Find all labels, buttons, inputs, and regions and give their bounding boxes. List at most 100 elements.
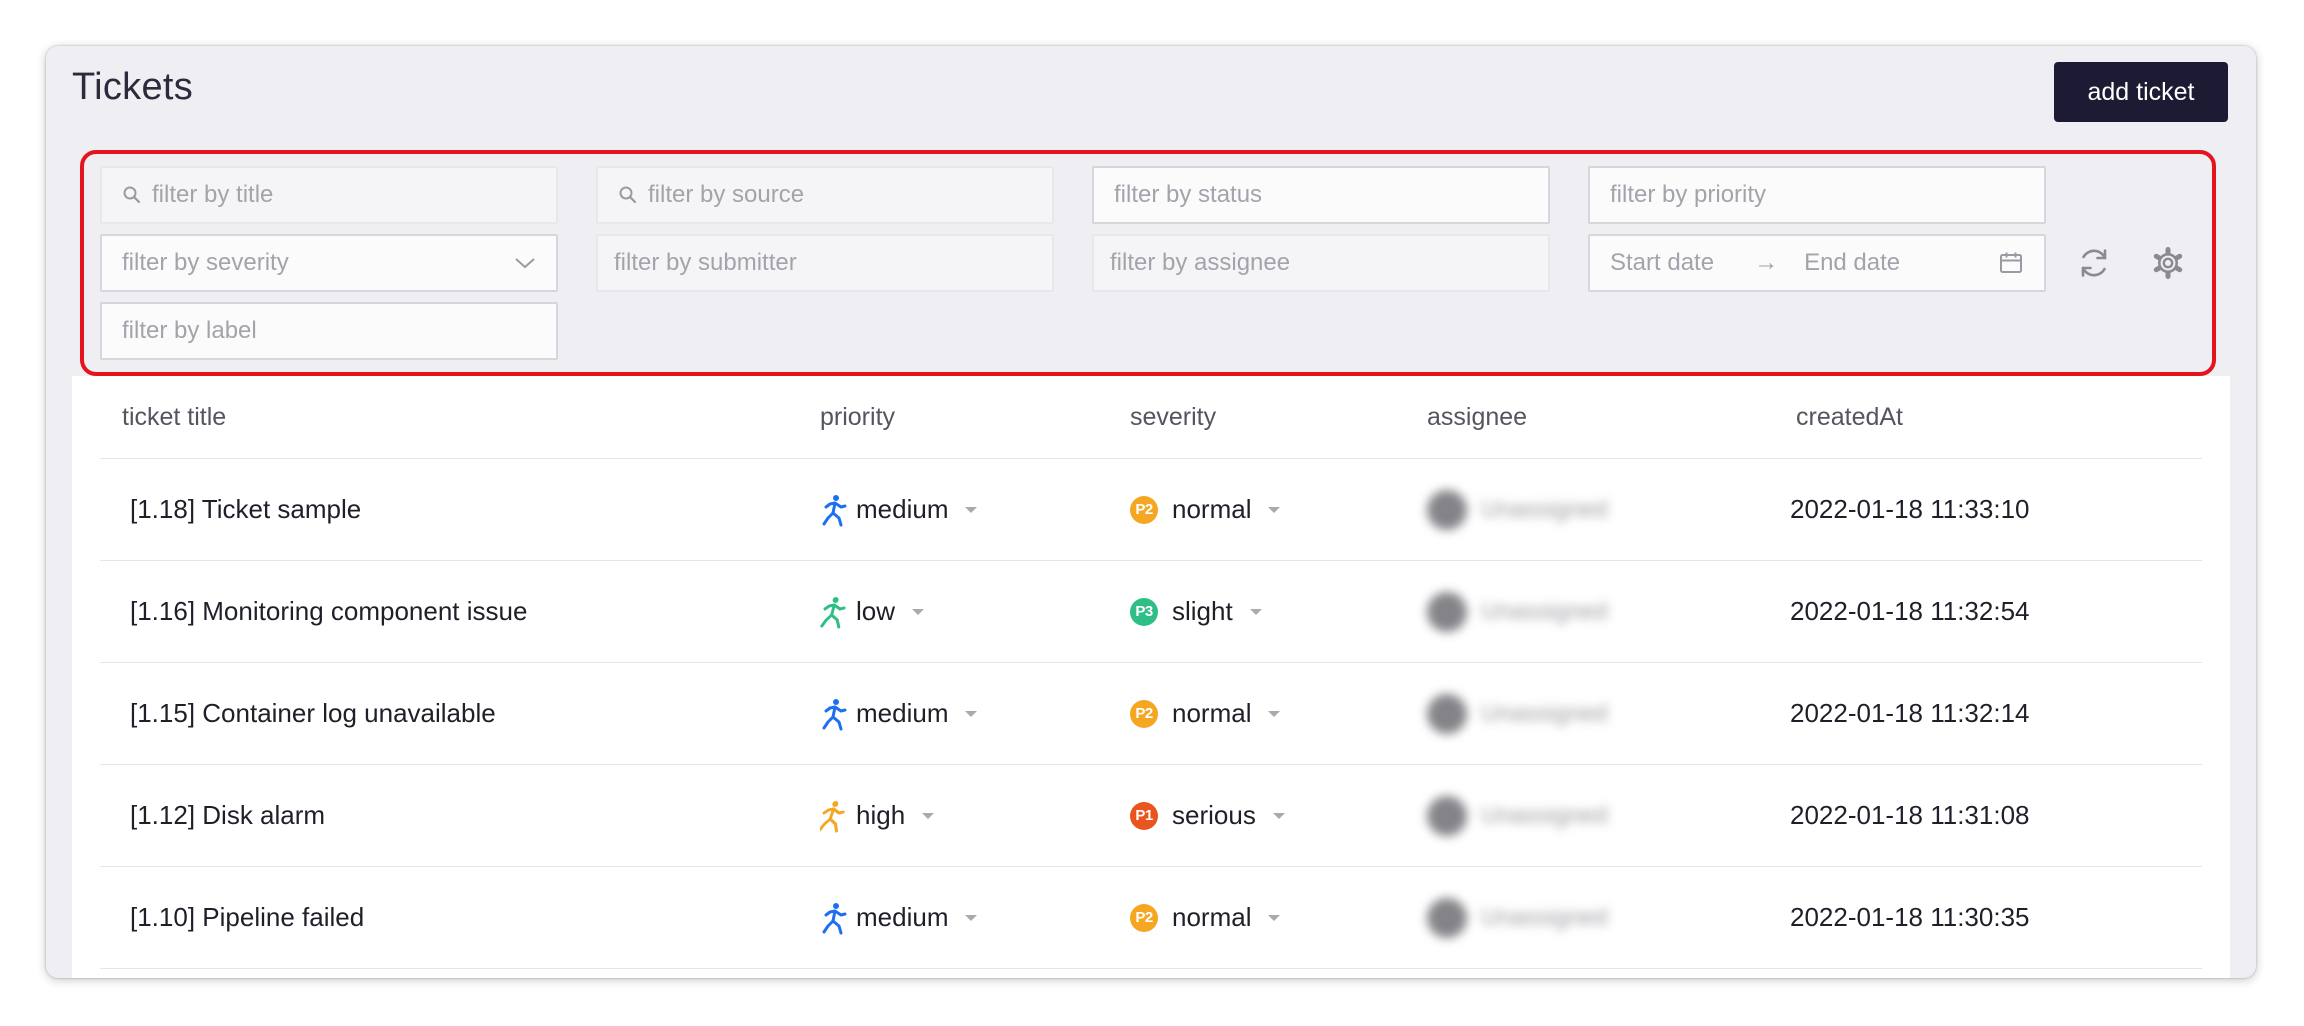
created-at: 2022-01-18 11:33:10 (1790, 494, 2030, 524)
table-header: ticket title priority severity assignee … (100, 376, 2202, 459)
severity-badge: P1 (1130, 801, 1158, 830)
date-range-picker[interactable]: Start date → End date (1588, 234, 2046, 292)
severity-badge: P3 (1130, 597, 1158, 626)
running-person-icon (820, 596, 846, 628)
column-header-severity[interactable]: severity (1130, 376, 1216, 458)
assignee[interactable]: Unassigned (1427, 693, 1608, 734)
caret-down-icon (1268, 914, 1281, 921)
ticket-title[interactable]: [1.18] Ticket sample (130, 459, 361, 560)
created-at: 2022-01-18 11:31:08 (1790, 800, 2030, 830)
running-person-icon (820, 800, 845, 832)
severity-dropdown[interactable]: P3 slight (1130, 596, 1263, 627)
priority-dropdown[interactable]: medium (820, 493, 978, 527)
tickets-table: ticket title priority severity assignee … (72, 376, 2230, 978)
severity-label: normal (1172, 698, 1252, 728)
assignee-filter-select[interactable]: filter by assignee (1092, 234, 1550, 292)
source-filter-input[interactable]: filter by source (596, 166, 1054, 224)
assignee[interactable]: Unassigned (1427, 489, 1608, 530)
caret-down-icon (965, 710, 978, 717)
severity-filter-placeholder: filter by severity (122, 249, 289, 276)
severity-label: normal (1172, 494, 1252, 524)
running-person-icon (822, 902, 847, 934)
calendar-icon (2000, 252, 2022, 273)
running-person-icon (822, 698, 847, 730)
label-filter-select[interactable]: filter by label (100, 302, 558, 360)
caret-down-icon (1268, 506, 1281, 513)
table-row[interactable]: [1.12] Disk alarm high P1 serious Unassi… (100, 765, 2202, 867)
end-date-input[interactable]: End date (1804, 249, 1900, 277)
severity-label: normal (1172, 902, 1252, 932)
caret-down-icon (1249, 608, 1262, 615)
assignee[interactable]: Unassigned (1427, 591, 1608, 632)
assignee-name: Unassigned (1481, 495, 1608, 523)
column-header-title[interactable]: ticket title (122, 376, 226, 458)
start-date-input[interactable]: Start date (1610, 249, 1714, 277)
assignee-name: Unassigned (1481, 903, 1608, 931)
submitter-filter-select[interactable]: filter by submitter (596, 234, 1054, 292)
avatar (1427, 897, 1467, 938)
table-row[interactable]: [1.16] Monitoring component issue low P3 (100, 561, 2202, 663)
column-header-priority[interactable]: priority (820, 376, 895, 458)
severity-dropdown[interactable]: P2 normal (1130, 902, 1281, 933)
filter-panel: filter by title filter by source filter … (80, 150, 2216, 376)
refresh-icon (2081, 249, 2107, 277)
title-filter-input[interactable]: filter by title (100, 166, 558, 224)
source-filter-placeholder: filter by source (648, 181, 805, 208)
ticket-title[interactable]: [1.10] Pipeline failed (130, 867, 364, 968)
priority-dropdown[interactable]: medium (820, 901, 978, 935)
ticket-title[interactable]: [1.12] Disk alarm (130, 765, 325, 866)
table-row[interactable]: [1.15] Container log unavailable medium … (100, 663, 2202, 765)
avatar (1427, 693, 1467, 734)
priority-dropdown[interactable]: low (820, 595, 925, 629)
search-icon (123, 186, 141, 204)
severity-label: serious (1172, 800, 1256, 830)
assignee-filter-placeholder: filter by assignee (1110, 249, 1291, 276)
caret-down-icon (912, 608, 925, 615)
settings-button[interactable] (2148, 243, 2188, 283)
avatar (1427, 795, 1467, 836)
severity-label: slight (1172, 596, 1233, 626)
severity-badge: P2 (1130, 495, 1158, 524)
ticket-title[interactable]: [1.16] Monitoring component issue (130, 561, 527, 662)
running-person-icon (822, 494, 847, 526)
status-filter-select[interactable]: filter by status (1092, 166, 1550, 224)
priority-dropdown[interactable]: high (820, 799, 935, 833)
title-filter-placeholder: filter by title (152, 181, 274, 208)
caret-down-icon (1268, 710, 1281, 717)
assignee[interactable]: Unassigned (1427, 795, 1608, 836)
table-row[interactable]: [1.10] Pipeline failed medium P2 normal … (100, 867, 2202, 969)
caret-down-icon (922, 812, 935, 819)
caret-down-icon (965, 914, 978, 921)
priority-label: medium (856, 494, 949, 524)
priority-dropdown[interactable]: medium (820, 697, 978, 731)
avatar (1427, 489, 1467, 530)
column-header-created-at[interactable]: createdAt (1796, 376, 1903, 458)
refresh-button[interactable] (2074, 243, 2114, 283)
chevron-down-icon (515, 258, 535, 269)
created-at: 2022-01-18 11:32:14 (1790, 698, 2030, 728)
created-at: 2022-01-18 11:32:54 (1790, 596, 2030, 626)
priority-label: high (856, 800, 906, 830)
priority-filter-select[interactable]: filter by priority (1588, 166, 2046, 224)
severity-badge: P2 (1130, 903, 1158, 932)
priority-filter-placeholder: filter by priority (1610, 181, 1767, 208)
page-title: Tickets (72, 66, 194, 108)
severity-dropdown[interactable]: P1 serious (1130, 800, 1286, 831)
assignee-name: Unassigned (1481, 597, 1608, 625)
column-header-assignee[interactable]: assignee (1427, 376, 1527, 458)
severity-dropdown[interactable]: P2 normal (1130, 698, 1281, 729)
tickets-window: Tickets add ticket filter by title filte… (46, 46, 2256, 978)
date-range-arrow: → (1754, 249, 1779, 276)
priority-label: medium (856, 698, 949, 728)
avatar (1427, 591, 1467, 632)
caret-down-icon (965, 506, 978, 513)
severity-dropdown[interactable]: P2 normal (1130, 494, 1281, 525)
priority-label: low (856, 596, 896, 626)
ticket-title[interactable]: [1.15] Container log unavailable (130, 663, 496, 764)
severity-filter-select[interactable]: filter by severity (100, 234, 558, 292)
label-filter-placeholder: filter by label (122, 317, 257, 344)
add-ticket-button[interactable]: add ticket (2054, 62, 2228, 122)
assignee[interactable]: Unassigned (1427, 897, 1608, 938)
status-filter-placeholder: filter by status (1114, 181, 1263, 208)
table-row[interactable]: [1.18] Ticket sample medium P2 normal Un… (100, 459, 2202, 561)
